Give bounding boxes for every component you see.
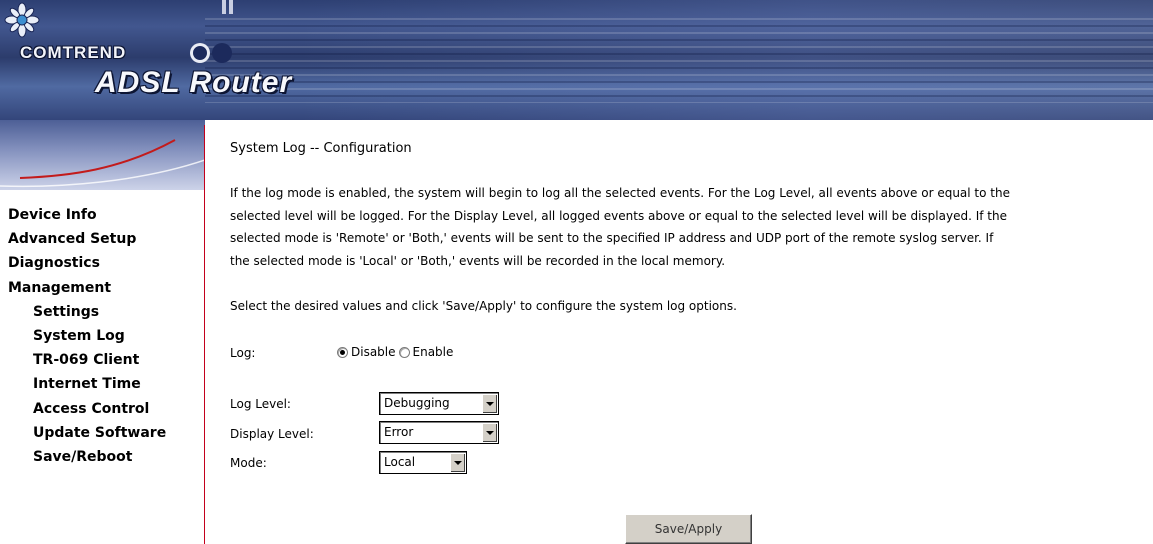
log-enable-option[interactable]: Enable xyxy=(398,345,454,359)
mode-label: Mode: xyxy=(230,456,267,470)
description-line: selected level will be logged. For the D… xyxy=(230,208,1007,223)
sidebar-item-access-control[interactable]: Access Control xyxy=(8,397,203,421)
swoosh-graphic xyxy=(0,139,205,188)
brand-dot-icon xyxy=(212,43,232,63)
dropdown-arrow-icon[interactable] xyxy=(450,453,465,472)
page-title: System Log -- Configuration xyxy=(230,141,412,156)
sidebar-nav: Device Info Advanced Setup Diagnostics M… xyxy=(8,203,203,469)
sidebar-item-management[interactable]: Management xyxy=(8,276,203,300)
sidebar-item-tr069-client[interactable]: TR-069 Client xyxy=(8,348,203,372)
log-level-value: Debugging xyxy=(384,396,450,410)
description-line: the selected mode is 'Local' or 'Both,' … xyxy=(230,253,726,268)
sidebar-item-settings[interactable]: Settings xyxy=(8,300,203,324)
sidebar-divider xyxy=(204,125,205,544)
display-level-value: Error xyxy=(384,425,414,439)
mode-select[interactable]: Local xyxy=(379,451,467,474)
brand-logo: COMTREND xyxy=(20,43,127,62)
instruction-text: Select the desired values and click 'Sav… xyxy=(230,299,737,313)
comtrend-flower-icon xyxy=(4,2,40,38)
description-line: selected mode is 'Remote' or 'Both,' eve… xyxy=(230,231,994,245)
log-disable-radio[interactable] xyxy=(337,346,348,358)
save-apply-button[interactable]: Save/Apply xyxy=(625,514,752,544)
log-level-select[interactable]: Debugging xyxy=(379,392,499,415)
log-enable-label: Enable xyxy=(412,345,454,359)
log-disable-label: Disable xyxy=(351,345,396,359)
sidebar-item-save-reboot[interactable]: Save/Reboot xyxy=(8,445,203,469)
main-content: System Log -- Configuration If the log m… xyxy=(230,0,1153,544)
display-level-select[interactable]: Error xyxy=(379,421,499,444)
sidebar-item-update-software[interactable]: Update Software xyxy=(8,421,203,445)
description-line: If the log mode is enabled, the system w… xyxy=(230,186,1010,200)
mode-value: Local xyxy=(384,455,416,469)
log-radio-group: Disable Enable xyxy=(337,345,456,359)
sidebar-item-internet-time[interactable]: Internet Time xyxy=(8,372,203,396)
display-level-label: Display Level: xyxy=(230,427,314,441)
sidebar-item-device-info[interactable]: Device Info xyxy=(8,203,203,227)
dropdown-arrow-icon[interactable] xyxy=(482,394,497,413)
banner-post xyxy=(222,0,226,14)
sidebar-item-advanced-setup[interactable]: Advanced Setup xyxy=(8,227,203,251)
log-level-label: Log Level: xyxy=(230,397,291,411)
sidebar-item-system-log[interactable]: System Log xyxy=(8,324,203,348)
log-label: Log: xyxy=(230,346,256,360)
sidebar-item-diagnostics[interactable]: Diagnostics xyxy=(8,251,203,275)
brand-ring-icon xyxy=(190,43,210,63)
log-disable-option[interactable]: Disable xyxy=(337,345,396,359)
log-enable-radio[interactable] xyxy=(398,346,410,358)
dropdown-arrow-icon[interactable] xyxy=(482,423,497,442)
description-text: If the log mode is enabled, the system w… xyxy=(230,182,1153,272)
